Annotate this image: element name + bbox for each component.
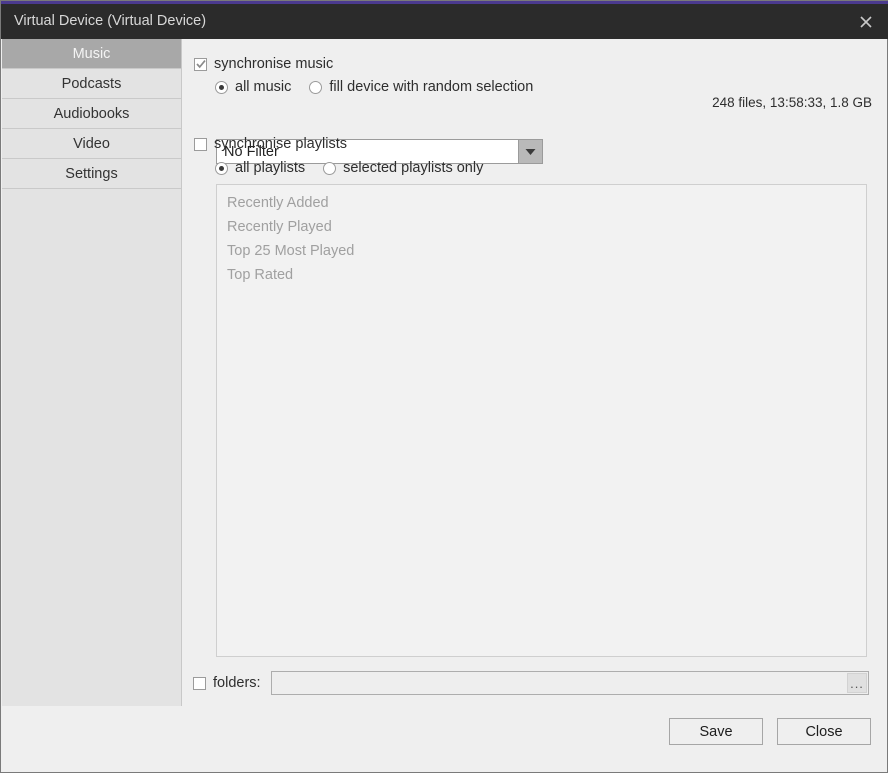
sync-music-row: synchronise music xyxy=(194,56,333,72)
file-summary-text: 248 files, 13:58:33, 1.8 GB xyxy=(712,95,872,110)
radio-all-playlists[interactable] xyxy=(215,161,228,175)
sidebar-item-music[interactable]: Music xyxy=(2,39,181,69)
dialog-body: Music Podcasts Audiobooks Video Settings… xyxy=(1,39,887,772)
chevron-down-icon xyxy=(525,148,536,155)
title-bar: Virtual Device (Virtual Device) xyxy=(1,4,888,39)
window-title: Virtual Device (Virtual Device) xyxy=(14,13,207,29)
folders-row: folders: ... xyxy=(193,670,869,696)
playlist-mode-radio-group: all playlists selected playlists only xyxy=(215,160,483,176)
radio-dot xyxy=(219,84,224,90)
sync-music-label: synchronise music xyxy=(214,56,334,72)
close-button[interactable]: Close xyxy=(777,718,871,745)
filter-dropdown-button[interactable] xyxy=(518,140,542,163)
music-mode-radio-group: all music fill device with random select… xyxy=(215,79,533,95)
playlist-listbox[interactable]: Recently Added Recently Played Top 25 Mo… xyxy=(216,184,867,657)
radio-selected-playlists-only[interactable] xyxy=(323,161,337,175)
sync-playlists-label: synchronise playlists xyxy=(214,136,347,152)
save-button[interactable]: Save xyxy=(669,718,763,745)
radio-selected-playlists-only-label: selected playlists only xyxy=(343,160,484,176)
radio-fill-device-random[interactable] xyxy=(309,80,323,94)
sidebar-item-podcasts[interactable]: Podcasts xyxy=(2,69,181,99)
checkmark-icon xyxy=(195,60,206,69)
sync-playlists-row: synchronise playlists xyxy=(194,136,347,152)
sync-playlists-checkbox[interactable] xyxy=(194,137,207,151)
radio-all-music[interactable] xyxy=(215,80,228,94)
radio-fill-device-random-label: fill device with random selection xyxy=(329,79,534,95)
list-item[interactable]: Recently Played xyxy=(217,215,866,239)
folders-browse-button[interactable]: ... xyxy=(847,673,867,693)
sidebar-item-audiobooks[interactable]: Audiobooks xyxy=(2,99,181,129)
radio-all-playlists-label: all playlists xyxy=(235,160,306,176)
folders-input[interactable]: ... xyxy=(270,671,869,695)
sidebar-item-video[interactable]: Video xyxy=(2,129,181,159)
device-sync-dialog: Virtual Device (Virtual Device) Music Po… xyxy=(0,0,888,773)
list-item[interactable]: Top Rated xyxy=(217,263,866,287)
sidebar-item-settings[interactable]: Settings xyxy=(2,159,181,189)
list-item[interactable]: Top 25 Most Played xyxy=(217,239,866,263)
sidebar: Music Podcasts Audiobooks Video Settings xyxy=(2,39,182,706)
radio-dot xyxy=(219,165,224,171)
music-settings-panel: 248 files, 13:58:33, 1.8 GB synchronise … xyxy=(183,39,887,772)
list-item[interactable]: Recently Added xyxy=(217,191,866,215)
close-window-button[interactable] xyxy=(843,4,888,39)
folders-browse-label: ... xyxy=(850,676,864,691)
folders-label: folders: xyxy=(213,675,261,691)
close-icon xyxy=(860,15,872,28)
sync-music-checkbox[interactable] xyxy=(194,57,207,71)
folders-checkbox[interactable] xyxy=(193,676,206,690)
radio-all-music-label: all music xyxy=(235,79,292,95)
dialog-footer: Save Close xyxy=(669,718,871,745)
